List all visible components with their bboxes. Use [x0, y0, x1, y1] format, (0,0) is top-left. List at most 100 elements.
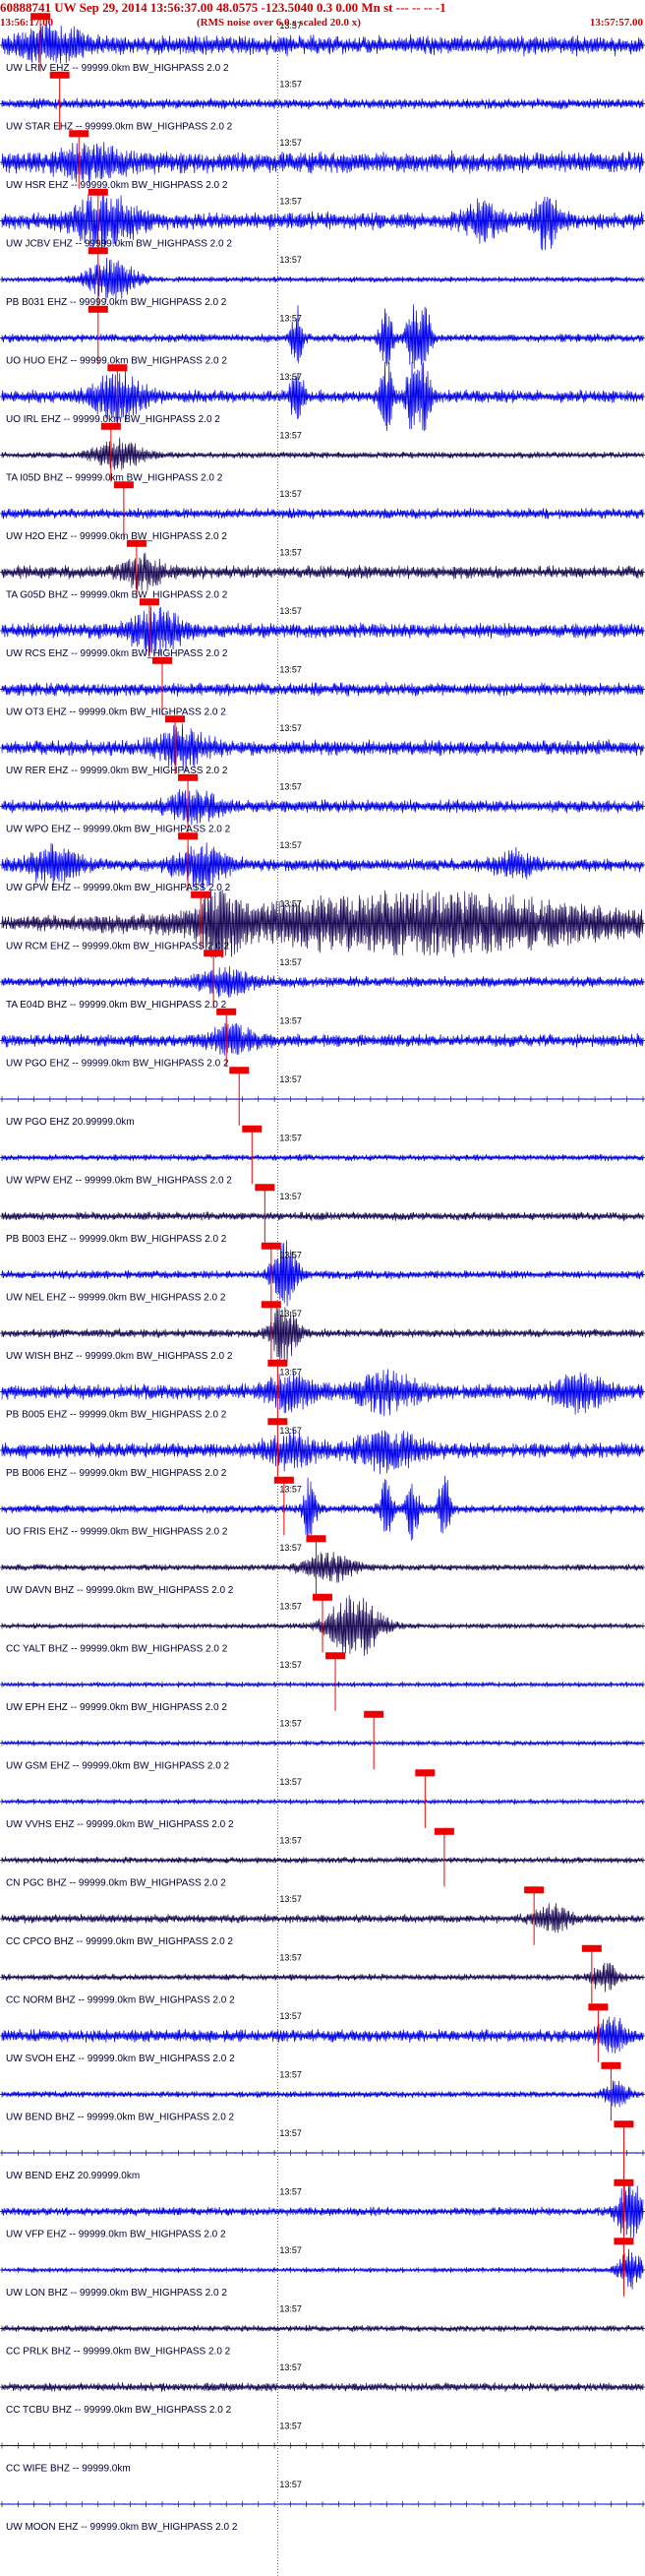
- trace-36: 13:57 UW BEND EHZ 20.99999.0km: [0, 2120, 645, 2181]
- waveform: [1, 789, 644, 826]
- trace-label: TA G05D BHZ -- 99999.0km BW_HIGHPASS 2.0…: [6, 589, 228, 600]
- trace-label: UW LON BHZ -- 99999.0km BW_HIGHPASS 2.0 …: [6, 2288, 227, 2299]
- trace-28: 13:57 UW EPH EHZ -- 99999.0km BW_HIGHPASS…: [0, 1652, 645, 1713]
- waveform: [1, 552, 644, 591]
- trace-27: 13:57 CC YALT BHZ -- 99999.0km BW_HIGHPAS…: [0, 1593, 645, 1656]
- trace-label: CC WIFE BHZ -- 99999.0km: [6, 2463, 131, 2474]
- minute-label: 13:57: [279, 1485, 302, 1495]
- trace-label: CN PGC BHZ -- 99999.0km BW_HIGHPASS 2.0 …: [6, 1877, 226, 1888]
- trace-label: UW VVHS EHZ -- 99999.0km BW_HIGHPASS 2.0…: [6, 1819, 234, 1830]
- trace-label: UW JCBV EHZ -- 99999.0km BW_HIGHPASS 2.0…: [6, 238, 232, 249]
- waveform: [1, 2016, 644, 2055]
- trace-label: PB B031 EHZ -- 99999.0km BW_HIGHPASS 2.0…: [6, 297, 227, 308]
- minute-label: 13:57: [279, 372, 302, 382]
- seismogram-plot: 13:57 UW LRIV EHZ -- 99999.0km BW_HIGHPAS…: [0, 13, 645, 2576]
- minute-label: 13:57: [279, 2011, 302, 2021]
- trace-17: 13:57 UW PGO EHZ -- 99999.0km BW_HIGHPASS…: [0, 1008, 645, 1069]
- minute-label: 13:57: [279, 1368, 302, 1378]
- trace-label: UW H2O EHZ -- 99999.0km BW_HIGHPASS 2.0 …: [6, 531, 227, 542]
- minute-label: 13:57: [279, 1134, 302, 1143]
- minute-label: 13:57: [279, 314, 302, 324]
- trace-23: 13:57 PB B005 EHZ -- 99999.0km BW_HIGHPAS…: [0, 1359, 645, 1420]
- trace-label: UW PGO EHZ 20.99999.0km: [6, 1117, 135, 1128]
- trace-34: 13:57 UW SVOH EHZ -- 99999.0km BW_HIGHPAS…: [0, 2003, 645, 2064]
- trace-22: 13:57 UW WISH BHZ -- 99999.0km BW_HIGHPAS…: [0, 1301, 645, 1364]
- minute-label: 13:57: [279, 1719, 302, 1729]
- trace-37: 13:57 UW VFP EHZ -- 99999.0km BW_HIGHPASS…: [0, 2178, 645, 2239]
- trace-10: 13:57 UW RCS EHZ -- 99999.0km BW_HIGHPASS…: [0, 598, 645, 659]
- pick-box: [204, 950, 224, 957]
- minute-label: 13:57: [279, 2304, 302, 2314]
- minute-label: 13:57: [279, 1543, 302, 1553]
- trace-29: 13:57 UW GSM EHZ -- 99999.0km BW_HIGHPASS…: [0, 1710, 645, 1771]
- minute-label: 13:57: [279, 840, 302, 850]
- pick-box: [306, 1535, 326, 1543]
- trace-label: UW DAVN BHZ -- 99999.0km BW_HIGHPASS 2.0…: [6, 1585, 234, 1596]
- pick-box: [49, 71, 70, 79]
- trace-21: 13:57 UW NEL EHZ -- 99999.0km BW_HIGHPASS…: [0, 1240, 645, 1307]
- minute-label: 13:57: [279, 1660, 302, 1670]
- trace-35: 13:57 UW BEND BHZ -- 99999.0km BW_HIGHPAS…: [0, 2061, 645, 2122]
- waveform: [1, 1211, 644, 1222]
- minute-label: 13:57: [279, 1309, 302, 1319]
- trace-label: UW RCM EHZ -- 99999.0km BW_HIGHPASS 2.0 …: [6, 941, 230, 951]
- pick-box: [88, 188, 108, 196]
- pick-box: [69, 130, 89, 138]
- pick-box: [255, 1184, 275, 1192]
- trace-16: 13:57 TA E04D BHZ -- 99999.0km BW_HIGHPAS…: [0, 950, 645, 1011]
- pick-box: [267, 1359, 288, 1367]
- pick-box: [614, 2178, 634, 2186]
- minute-label: 13:57: [279, 431, 302, 441]
- trace-label: UW HSR EHZ -- 99999.0km BW_HIGHPASS 2.0 …: [6, 180, 228, 191]
- waveform: [1, 2381, 644, 2393]
- trace-41: 13:57 CC WIFE BHZ -- 99999.0km: [0, 2422, 645, 2474]
- pick-box: [139, 598, 159, 606]
- pick-box: [434, 1827, 454, 1835]
- pick-box: [100, 422, 121, 430]
- pick-box: [313, 1593, 332, 1601]
- pick-box: [601, 2061, 621, 2069]
- trace-label: UW RCS EHZ -- 99999.0km BW_HIGHPASS 2.0 …: [6, 648, 228, 659]
- waveform: [1, 1903, 644, 1933]
- trace-label: UW SVOH EHZ -- 99999.0km BW_HIGHPASS 2.0…: [6, 2054, 235, 2064]
- minute-label: 13:57: [279, 138, 302, 148]
- minute-label: 13:57: [279, 1251, 302, 1260]
- minute-label: 13:57: [279, 1074, 302, 1084]
- pick-box: [581, 1944, 602, 1952]
- trace-label: UW EPH EHZ -- 99999.0km BW_HIGHPASS 2.0 …: [6, 1702, 227, 1713]
- pick-box: [216, 1008, 237, 1015]
- pick-box: [152, 656, 172, 664]
- minute-label: 13:57: [279, 2362, 302, 2372]
- trace-20: 13:57 PB B003 EHZ -- 99999.0km BW_HIGHPAS…: [0, 1184, 645, 1245]
- pick-box: [261, 1242, 281, 1250]
- trace-label: UW BEND BHZ -- 99999.0km BW_HIGHPASS 2.0…: [6, 2112, 235, 2122]
- trace-30: 13:57 UW VVHS EHZ -- 99999.0km BW_HIGHPAS…: [0, 1769, 645, 1830]
- trace-13: 13:57UW WPO EHZ -- 99999.0km BW_HIGHPASS…: [0, 773, 645, 834]
- minute-label: 13:57: [279, 723, 302, 733]
- pick-box: [88, 305, 108, 313]
- minute-label: 13:57: [279, 2422, 302, 2431]
- pick-box: [415, 1769, 436, 1777]
- pick-box: [165, 715, 186, 723]
- trace-label: UW WPW EHZ -- 99999.0km BW_HIGHPASS 2.0 …: [6, 1175, 232, 1186]
- trace-label: UW OT3 EHZ -- 99999.0km BW_HIGHPASS 2.0 …: [6, 706, 226, 717]
- minute-label: 13:57: [279, 255, 302, 265]
- pick-box: [325, 1652, 346, 1660]
- minute-label: 13:57: [279, 1836, 302, 1846]
- trace-40: 13:57 CC TCBU BHZ -- 99999.0km BW_HIGHPAS…: [0, 2362, 645, 2416]
- pick-box: [614, 2120, 634, 2128]
- waveform: [1, 142, 644, 184]
- minute-label: 13:57: [279, 606, 302, 616]
- trace-label: CC PRLK BHZ -- 99999.0km BW_HIGHPASS 2.0…: [6, 2346, 231, 2357]
- minute-label: 13:57: [279, 2187, 302, 2197]
- waveform: [1, 1552, 644, 1583]
- trace-11: 13:57 UW OT3 EHZ -- 99999.0km BW_HIGHPASS…: [0, 656, 645, 717]
- trace-label: UO FRIS EHZ -- 99999.0km BW_HIGHPASS 2.0…: [6, 1526, 228, 1537]
- trace-label: UW BEND EHZ 20.99999.0km: [6, 2171, 140, 2181]
- trace-label: CC YALT BHZ -- 99999.0km BW_HIGHPASS 2.0…: [6, 1643, 228, 1654]
- trace-25: 13:57 UO FRIS EHZ -- 99999.0km BW_HIGHPAS…: [0, 1475, 645, 1541]
- pick-box: [364, 1710, 384, 1718]
- pick-box: [242, 1125, 263, 1133]
- minute-label: 13:57: [279, 899, 302, 909]
- pick-box: [273, 1476, 294, 1484]
